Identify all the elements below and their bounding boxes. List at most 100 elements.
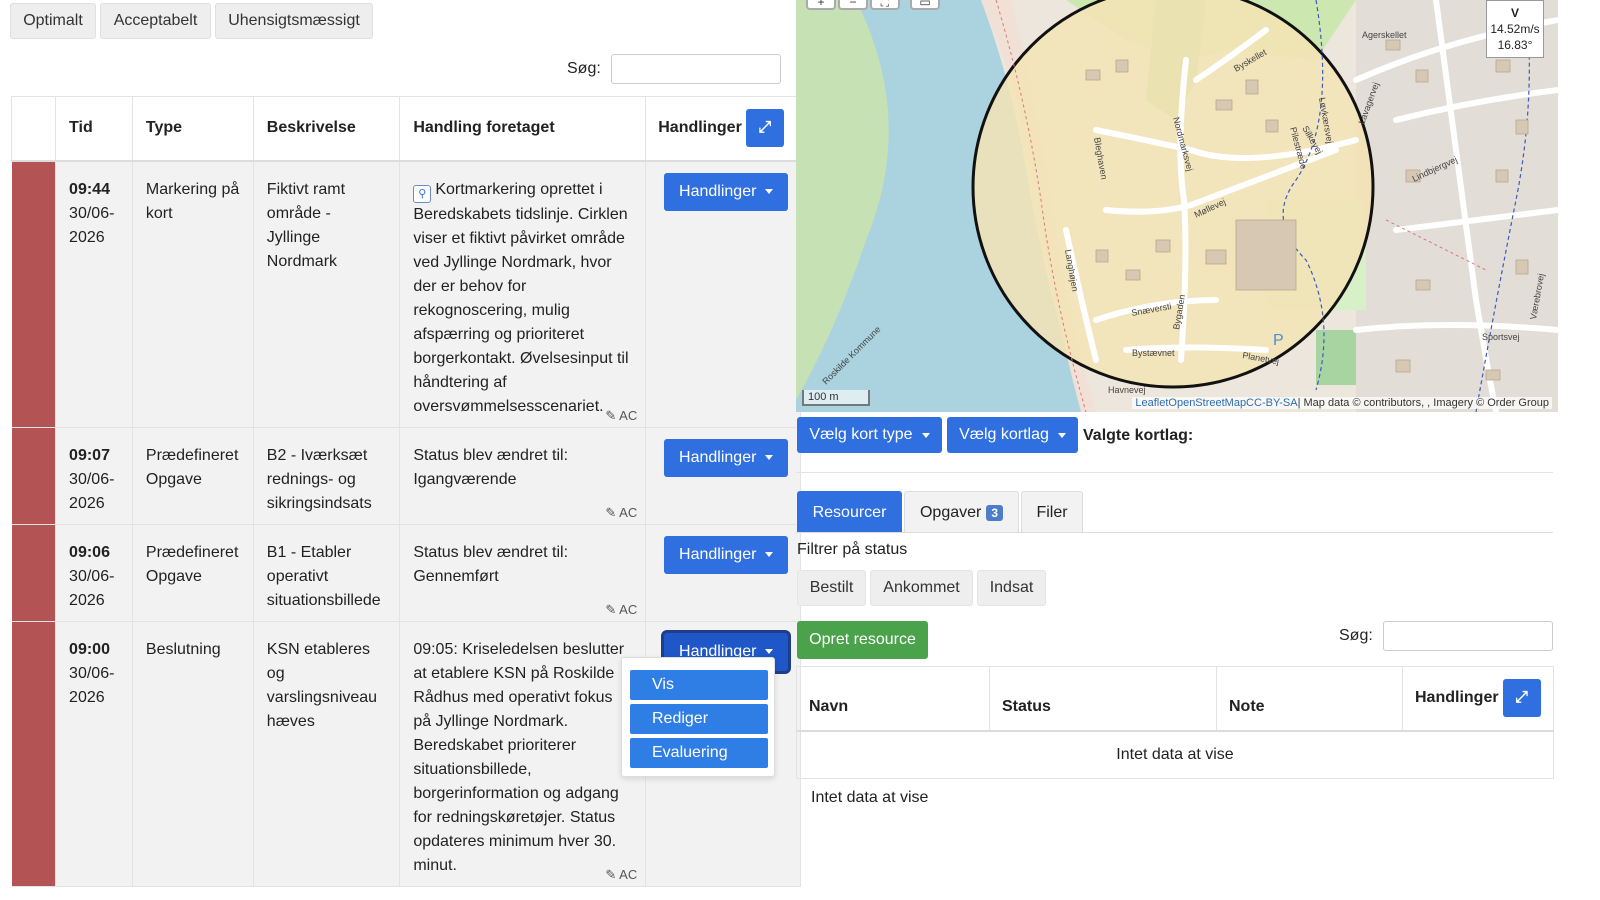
wind-direction: V	[1510, 6, 1519, 20]
weather-widget: V 14.52m/s 16.83°	[1486, 0, 1544, 58]
col-handlinger-label: Handlinger	[658, 119, 742, 137]
log-search-label: Søg:	[567, 60, 601, 77]
col-handlinger-label: Handlinger	[1415, 689, 1499, 707]
row-actions-cell: Handlinger	[645, 524, 801, 622]
col-handlinger: Handlinger ⤢	[1402, 666, 1554, 732]
col-tid[interactable]: Tid	[55, 96, 133, 162]
caret-down-icon	[765, 649, 774, 654]
col-type[interactable]: Type	[132, 96, 254, 162]
row-date: 30/06-2026	[69, 204, 115, 246]
expand-icon[interactable]: ⤢	[745, 109, 784, 147]
expand-icon[interactable]: ⤢	[1502, 679, 1541, 718]
tab-opgaver-label: Opgaver	[919, 503, 982, 521]
author-tag: ✎ AC	[605, 867, 637, 882]
time-cell: 09:06 30/06-2026	[55, 524, 133, 622]
select-map-type-button[interactable]: Vælg kort type	[797, 417, 942, 453]
pencil-icon: ✎	[605, 504, 617, 520]
tab-resourcer[interactable]: Resourcer	[797, 491, 902, 533]
log-panel: Optimalt Acceptabelt Uhensigtsmæssigt Sø…	[0, 0, 810, 900]
action-cell: ⚲ Kortmarkering oprettet i Beredskabets t…	[399, 160, 647, 428]
handlinger-label: Handlinger	[679, 448, 757, 466]
caret-down-icon	[921, 432, 930, 438]
caret-down-icon	[765, 189, 774, 194]
filter-optimalt-button[interactable]: Optimalt	[10, 3, 96, 39]
pencil-icon: ✎	[605, 407, 617, 423]
row-type: Prædefineret Opgave	[132, 427, 254, 525]
menu-item-evaluering[interactable]: Evaluering	[630, 738, 768, 768]
status-ankommet-button[interactable]: Ankommet	[870, 570, 973, 606]
row-time: 09:00	[69, 640, 110, 658]
tab-opgaver-badge: 3	[986, 504, 1004, 521]
handlinger-button[interactable]: Handlinger	[664, 172, 789, 211]
tabs-divider	[796, 532, 1553, 533]
status-filter-label: Filtrer på status	[797, 541, 908, 558]
row-desc: KSN etableres og varslingsniveau hæves	[253, 621, 401, 887]
author-tag: ✎ AC	[605, 601, 637, 617]
menu-item-rediger[interactable]: Rediger	[630, 704, 768, 734]
wind-speed: 14.52m/s	[1490, 22, 1540, 36]
handlinger-dropdown-menu: Vis Rediger Evaluering	[621, 657, 775, 777]
print-button[interactable]: ▭	[910, 0, 940, 10]
table-row: 09:44 30/06-2026 Markering på kort Fiktiv…	[11, 160, 801, 428]
scale-bar: 100 m	[802, 390, 870, 406]
handlinger-button[interactable]: Handlinger	[664, 535, 789, 574]
col-stripe	[10, 96, 57, 162]
row-action: Status blev ændret til: Gennemført	[413, 543, 569, 585]
empty-message: Intet data at vise	[796, 730, 1554, 779]
row-type: Markering på kort	[132, 160, 254, 428]
col-status[interactable]: Status	[989, 666, 1217, 732]
col-handling[interactable]: Handling foretaget	[399, 96, 647, 162]
tab-opgaver[interactable]: Opgaver 3	[904, 491, 1019, 533]
row-status-stripe	[11, 621, 57, 887]
handlinger-button[interactable]: Handlinger	[664, 438, 789, 477]
zoom-out-button[interactable]: −	[838, 0, 868, 10]
divider	[796, 472, 1553, 473]
action-cell: Status blev ændret til: Gennemført ✎ AC	[399, 524, 647, 622]
caret-down-icon	[765, 455, 774, 460]
col-note[interactable]: Note	[1216, 666, 1403, 732]
row-date: 30/06-2026	[69, 470, 115, 512]
map-label: Havnevej	[1108, 385, 1146, 395]
select-map-type-label: Vælg kort type	[809, 426, 913, 443]
row-time: 09:44	[69, 180, 110, 198]
menu-item-vis[interactable]: Vis	[630, 670, 768, 700]
row-status-stripe	[11, 427, 57, 525]
row-action: Kortmarkering oprettet i Beredskabets ti…	[413, 180, 629, 415]
map-label: Bystævnet	[1132, 348, 1175, 358]
fullscreen-button[interactable]: ⛶	[870, 0, 900, 10]
row-date: 30/06-2026	[69, 664, 115, 706]
status-bestilt-button[interactable]: Bestilt	[797, 570, 866, 606]
attribution-links[interactable]: LeafletOpenStreetMapCC-BY-SA	[1135, 397, 1297, 409]
time-cell: 09:44 30/06-2026	[55, 160, 133, 428]
map-canvas[interactable]: P Agerskellet Byskellet Nordmarksvej Møl…	[796, 0, 1558, 412]
attribution-text: | Map data © contributors, , Imagery © O…	[1297, 397, 1549, 409]
map-label: Sportsvej	[1482, 332, 1520, 342]
select-layer-label: Vælg kortlag	[959, 426, 1049, 443]
filter-acceptabelt-button[interactable]: Acceptabelt	[100, 3, 211, 39]
col-navn[interactable]: Navn	[796, 666, 990, 732]
handlinger-label: Handlinger	[679, 545, 757, 563]
col-beskrivelse[interactable]: Beskrivelse	[253, 96, 401, 162]
row-desc: B1 - Etabler operativt situationsbillede	[253, 524, 401, 622]
handlinger-label: Handlinger	[679, 182, 757, 200]
selected-layers-label: Valgte kortlag:	[1083, 427, 1194, 444]
action-cell: Status blev ændret til: Igangværende ✎ AC	[399, 427, 647, 525]
caret-down-icon	[1057, 432, 1066, 438]
resource-search-input[interactable]	[1383, 621, 1553, 651]
tab-filer[interactable]: Filer	[1021, 491, 1083, 533]
pencil-icon: ✎	[605, 601, 617, 617]
row-type: Beslutning	[132, 621, 254, 887]
select-layer-button[interactable]: Vælg kortlag	[947, 417, 1078, 453]
map-attribution: LeafletOpenStreetMapCC-BY-SA| Map data ©…	[1132, 397, 1552, 409]
empty-info-text: Intet data at vise	[811, 789, 929, 806]
filter-uhensigtsmaessigt-button[interactable]: Uhensigtsmæssigt	[215, 3, 373, 39]
status-indsat-button[interactable]: Indsat	[977, 570, 1046, 606]
action-cell: 09:05: Kriseledelsen beslutter at etable…	[399, 621, 647, 887]
author-initials: AC	[619, 504, 638, 520]
resource-table: Navn Status Note Handlinger ⤢ Intet data …	[796, 666, 1554, 779]
map-view[interactable]: P Agerskellet Byskellet Nordmarksvej Møl…	[796, 0, 1558, 412]
create-resource-button[interactable]: Opret resource	[797, 621, 928, 659]
caret-down-icon	[765, 552, 774, 557]
zoom-in-button[interactable]: +	[806, 0, 836, 10]
log-search-input[interactable]	[611, 54, 781, 84]
